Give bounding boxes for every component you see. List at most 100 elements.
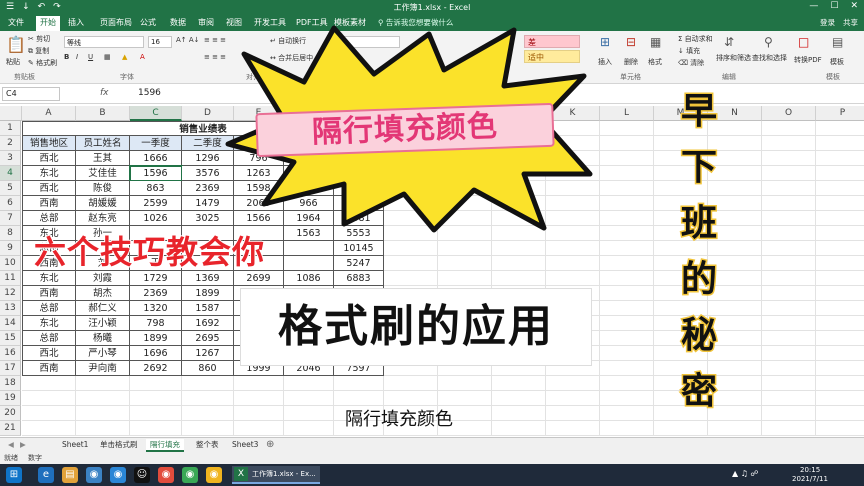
- table-cell[interactable]: 2692: [130, 361, 182, 376]
- row-header[interactable]: 9: [0, 241, 21, 256]
- sheet-scroll-right-icon[interactable]: ▶: [16, 439, 30, 452]
- row-header[interactable]: 15: [0, 331, 21, 346]
- table-cell[interactable]: 艾佳佳: [76, 166, 130, 181]
- template-button[interactable]: 模板: [830, 57, 844, 67]
- table-cell[interactable]: 杨曦: [76, 331, 130, 346]
- select-all-corner[interactable]: [0, 106, 22, 121]
- column-header[interactable]: P: [816, 106, 864, 121]
- tray-icons[interactable]: ▲ ♫ ☍: [732, 469, 759, 478]
- table-cell[interactable]: 东北: [22, 316, 76, 331]
- table-cell[interactable]: 胡媛媛: [76, 196, 130, 211]
- row-header[interactable]: 11: [0, 271, 21, 286]
- excel-task-button[interactable]: X 工作簿1.xlsx - Ex...: [232, 466, 320, 484]
- find-select-button[interactable]: 查找和选择: [752, 53, 787, 63]
- table-cell[interactable]: 2695: [182, 331, 234, 346]
- minimize-button[interactable]: —: [809, 1, 818, 11]
- table-cell[interactable]: 1899: [130, 331, 182, 346]
- borders-icon[interactable]: ▦: [104, 53, 111, 61]
- table-cell[interactable]: 1026: [130, 211, 182, 226]
- table-cell[interactable]: 西南: [22, 196, 76, 211]
- table-cell[interactable]: 1086: [284, 271, 334, 286]
- table-cell[interactable]: 1696: [130, 346, 182, 361]
- sort-filter-icon[interactable]: ⇵: [724, 35, 734, 49]
- delete-cells-icon[interactable]: ⊟: [626, 35, 636, 49]
- chrome-icon[interactable]: ◉: [206, 467, 222, 483]
- qq-icon[interactable]: ☺: [134, 467, 150, 483]
- tab-page-layout[interactable]: 页面布局: [100, 17, 132, 28]
- format-cells-button[interactable]: 格式: [648, 57, 662, 67]
- table-cell[interactable]: 1267: [182, 346, 234, 361]
- bold-button[interactable]: B: [64, 53, 69, 61]
- table-cell[interactable]: 严小琴: [76, 346, 130, 361]
- insert-cells-icon[interactable]: ⊞: [600, 35, 610, 49]
- row-header[interactable]: 21: [0, 421, 21, 436]
- underline-button[interactable]: U: [88, 53, 93, 61]
- table-cell[interactable]: [284, 241, 334, 256]
- row-header[interactable]: 13: [0, 301, 21, 316]
- font-size-select[interactable]: 16: [148, 36, 172, 48]
- column-header[interactable]: O: [762, 106, 816, 121]
- login-link[interactable]: 登录: [820, 17, 835, 28]
- add-sheet-icon[interactable]: ⊕: [262, 439, 278, 452]
- fill-button[interactable]: ↓ 填充: [678, 46, 700, 56]
- paste-button[interactable]: 粘贴: [6, 57, 20, 67]
- app-icon-1[interactable]: ◉: [86, 467, 102, 483]
- table-cell[interactable]: 1692: [182, 316, 234, 331]
- formula-input[interactable]: 1596: [138, 88, 161, 98]
- explorer-icon[interactable]: ▤: [62, 467, 78, 483]
- maximize-button[interactable]: ☐: [830, 1, 838, 11]
- sheet-tab-3[interactable]: 隔行填充: [146, 439, 184, 452]
- ie-icon[interactable]: e: [38, 467, 54, 483]
- table-cell[interactable]: 西北: [22, 181, 76, 196]
- row-header[interactable]: 19: [0, 391, 21, 406]
- table-cell[interactable]: 刘霞: [76, 271, 130, 286]
- row-header[interactable]: 8: [0, 226, 21, 241]
- row-header[interactable]: 16: [0, 346, 21, 361]
- table-cell[interactable]: 东北: [22, 166, 76, 181]
- table-cell[interactable]: 2369: [130, 286, 182, 301]
- table-cell[interactable]: 总部: [22, 331, 76, 346]
- tab-data[interactable]: 数据: [170, 17, 186, 28]
- fx-icon[interactable]: fx: [100, 88, 109, 98]
- tab-file[interactable]: 文件: [8, 17, 24, 28]
- column-header[interactable]: L: [600, 106, 654, 121]
- sheet-tab-1[interactable]: Sheet1: [58, 439, 92, 452]
- tab-review[interactable]: 审阅: [198, 17, 214, 28]
- align-top-icon[interactable]: ≡ ≡ ≡: [204, 36, 226, 44]
- row-header[interactable]: 14: [0, 316, 21, 331]
- table-cell[interactable]: [284, 256, 334, 271]
- app-icon-2[interactable]: ◉: [110, 467, 126, 483]
- sort-filter-button[interactable]: 排序和筛选: [716, 53, 751, 63]
- row-header[interactable]: 5: [0, 181, 21, 196]
- table-cell[interactable]: 863: [130, 181, 182, 196]
- table-header-cell[interactable]: 员工姓名: [76, 136, 130, 151]
- format-painter-button[interactable]: ✎ 格式刷: [28, 58, 57, 68]
- app-icon-3[interactable]: ◉: [158, 467, 174, 483]
- table-cell[interactable]: 1596: [129, 165, 183, 182]
- table-cell[interactable]: 东北: [22, 271, 76, 286]
- row-header[interactable]: 10: [0, 256, 21, 271]
- table-cell[interactable]: 5247: [334, 256, 384, 271]
- find-select-icon[interactable]: ⚲: [764, 35, 773, 49]
- row-header[interactable]: 1: [0, 121, 21, 136]
- format-cells-icon[interactable]: ▦: [650, 35, 661, 49]
- pdf-icon[interactable]: □: [798, 35, 809, 49]
- start-icon[interactable]: ⊞: [6, 467, 22, 483]
- sheet-tab-5[interactable]: Sheet3: [228, 439, 262, 452]
- autosum-button[interactable]: Σ 自动求和: [678, 34, 713, 44]
- table-cell[interactable]: 2599: [130, 196, 182, 211]
- column-header[interactable]: B: [76, 106, 130, 121]
- table-cell[interactable]: 860: [182, 361, 234, 376]
- copy-button[interactable]: ⧉ 复制: [28, 46, 49, 56]
- table-cell[interactable]: 1666: [130, 151, 182, 166]
- tab-formulas[interactable]: 公式: [140, 17, 156, 28]
- table-cell[interactable]: 尹向南: [76, 361, 130, 376]
- italic-button[interactable]: I: [76, 53, 78, 61]
- template-icon[interactable]: ▤: [832, 35, 843, 49]
- share-button[interactable]: 共享: [843, 17, 858, 28]
- table-cell[interactable]: 汪小颖: [76, 316, 130, 331]
- table-cell[interactable]: 2699: [234, 271, 284, 286]
- table-header-cell[interactable]: 一季度: [130, 136, 182, 151]
- clear-button[interactable]: ⌫ 清除: [678, 58, 704, 68]
- table-cell[interactable]: 1320: [130, 301, 182, 316]
